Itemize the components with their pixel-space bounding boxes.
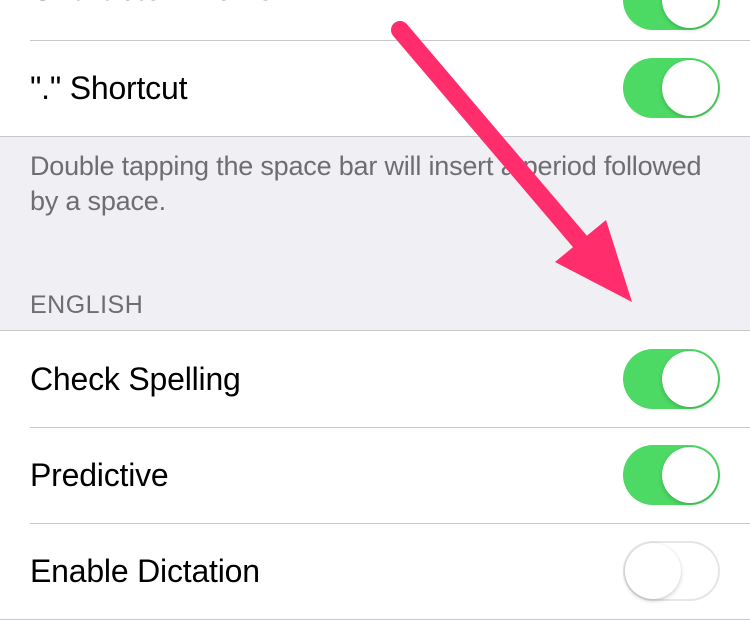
section-header-english: ENGLISH (0, 247, 750, 330)
row-character-preview: Character Preview (0, 0, 750, 40)
toggle-knob (662, 447, 718, 503)
label-period-shortcut: "." Shortcut (30, 70, 187, 107)
label-character-preview: Character Preview (30, 0, 298, 8)
label-enable-dictation: Enable Dictation (30, 553, 260, 590)
toggle-character-preview[interactable] (623, 0, 720, 30)
row-check-spelling: Check Spelling (0, 331, 750, 427)
toggle-knob (662, 60, 718, 116)
toggle-check-spelling[interactable] (623, 349, 720, 409)
toggle-period-shortcut[interactable] (623, 58, 720, 118)
row-predictive: Predictive (0, 427, 750, 523)
toggle-enable-dictation[interactable] (623, 541, 720, 601)
row-period-shortcut: "." Shortcut (0, 40, 750, 136)
label-check-spelling: Check Spelling (30, 361, 241, 398)
toggle-knob (625, 543, 681, 599)
section-footer: Double tapping the space bar will insert… (0, 137, 750, 247)
label-predictive: Predictive (30, 457, 169, 494)
toggle-knob (662, 0, 718, 28)
toggle-knob (662, 351, 718, 407)
toggle-predictive[interactable] (623, 445, 720, 505)
row-enable-dictation: Enable Dictation (0, 523, 750, 619)
